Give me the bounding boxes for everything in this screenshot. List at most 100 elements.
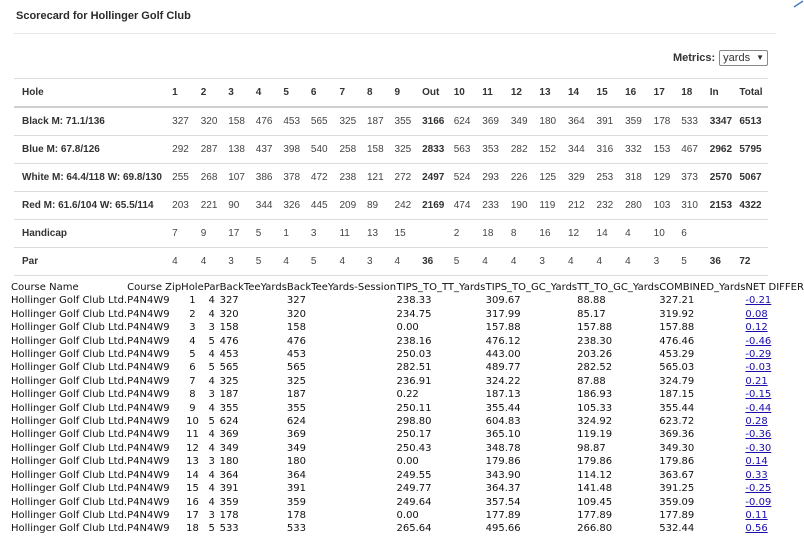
data-cell: P4N4W9 — [127, 469, 170, 481]
scorecard-cell: 129 — [653, 163, 682, 192]
data-cell: 349 — [219, 442, 239, 454]
table-row: Hollinger Golf Club Ltd. P4N4W9 8 3 187 187 0.… — [11, 388, 804, 401]
scorecard-cell: 138 — [228, 135, 256, 164]
data-cell: 4 — [189, 335, 196, 347]
net-differ-link[interactable]: 0.14 — [745, 456, 767, 467]
net-differ-link[interactable]: -0.25 — [745, 483, 771, 494]
scorecard-cell: 437 — [255, 135, 284, 164]
data-cell: P4N4W9 — [127, 496, 170, 508]
table-row: Hollinger Golf Club Ltd. P4N4W9 13 3 180 180 0… — [11, 455, 804, 468]
scorecard-cell: 378 — [283, 163, 311, 192]
scorecard-header-cell: Hole — [14, 78, 173, 108]
scorecard-row-label: Red M: 61.6/104 W: 65.5/114 — [14, 191, 173, 220]
data-cell: 3 — [189, 322, 196, 334]
scorecard-header-cell: 3 — [228, 78, 256, 108]
data-cell: 495.66 — [485, 523, 521, 535]
data-cell: 4 — [208, 496, 215, 508]
data-cell: 158 — [219, 322, 239, 334]
data-cell: 9 — [189, 402, 196, 414]
net-differ-link[interactable]: -0.44 — [745, 403, 771, 414]
scorecard-cell: 310 — [681, 191, 710, 220]
data-cell: Hollinger Golf Club Ltd. — [11, 349, 128, 361]
table-row: Hollinger Golf Club Ltd. P4N4W9 11 4 369 369 2… — [11, 428, 804, 441]
data-cell: 17 — [186, 509, 199, 521]
net-differ-link[interactable]: -0.09 — [745, 497, 771, 508]
net-differ-link[interactable]: 0.28 — [745, 416, 767, 427]
net-differ-link[interactable]: 0.12 — [745, 322, 767, 333]
scorecard-cell: 3 — [310, 219, 340, 248]
data-cell: 5 — [208, 523, 215, 535]
data-cell: 3 — [208, 322, 215, 334]
data-header-cell: Par — [203, 282, 220, 293]
data-cell: Hollinger Golf Club Ltd. — [11, 429, 128, 441]
data-cell: 5 — [208, 362, 215, 374]
data-cell: 0.21 — [745, 375, 804, 388]
data-cell: 186.93 — [577, 389, 613, 401]
data-cell: 369 — [219, 429, 239, 441]
scorecard-cell: 373 — [681, 163, 710, 192]
scorecard-cell: 5 — [255, 247, 284, 276]
scorecard-cell: 326 — [283, 191, 311, 220]
scorecard-cell: 349 — [510, 106, 540, 136]
scorecard-header-cell: 7 — [339, 78, 367, 108]
net-differ-link[interactable]: 0.21 — [745, 376, 767, 387]
net-differ-link[interactable]: 0.33 — [745, 470, 767, 481]
data-cell: 533 — [286, 523, 307, 535]
net-differ-link[interactable]: -0.30 — [745, 443, 771, 454]
data-cell: 453 — [219, 349, 239, 361]
net-differ-link[interactable]: 0.08 — [745, 309, 767, 320]
scorecard-cell: 467 — [681, 135, 710, 164]
data-cell: Hollinger Golf Club Ltd. — [11, 469, 128, 481]
table-row: Hollinger Golf Club Ltd. P4N4W9 14 4 364 364 2… — [11, 469, 804, 482]
data-cell: -0.25 — [745, 482, 804, 495]
data-cell: 178 — [286, 509, 307, 521]
data-cell: 476.46 — [659, 335, 695, 347]
data-cell: 317.99 — [485, 308, 521, 320]
table-row: Hollinger Golf Club Ltd. P4N4W9 18 5 533 533 2… — [11, 522, 804, 535]
scorecard-header-row: Hole 1 2 3 4 5 6 7 8 9 Out 10 11 12 13 14 15 16 17 18 In Tota… — [14, 78, 768, 108]
data-cell: -0.36 — [745, 428, 804, 441]
scorecard-cell: 524 — [453, 163, 483, 192]
net-differ-link[interactable]: -0.36 — [745, 429, 771, 440]
scorecard-header-cell: 13 — [539, 78, 568, 108]
scorecard-row: Blue M: 67.8/126 292 287 138 437 398 540 258 158… — [14, 135, 768, 164]
net-differ-link[interactable]: 0.56 — [745, 523, 767, 534]
data-cell: 0.11 — [745, 509, 804, 522]
data-cell: 238.16 — [396, 335, 432, 347]
net-differ-link[interactable]: -0.03 — [745, 362, 771, 373]
data-cell: 177.89 — [577, 509, 613, 521]
scorecard-cell: 4 — [394, 247, 423, 276]
scorecard-cell: 2169 — [422, 191, 454, 220]
scorecard-cell: 325 — [394, 135, 423, 164]
scorecard-cell: 355 — [394, 106, 423, 136]
data-cell: P4N4W9 — [127, 322, 170, 334]
scorecard-cell: 4322 — [739, 191, 768, 220]
scorecard-cell: 72 — [739, 247, 768, 276]
data-cell: 355 — [286, 402, 307, 414]
net-differ-link[interactable]: -0.46 — [745, 336, 771, 347]
table-row: Hollinger Golf Club Ltd. P4N4W9 17 3 178 178 0… — [11, 509, 804, 522]
data-cell: 5 — [189, 349, 196, 361]
net-differ-link[interactable]: 0.11 — [745, 510, 767, 521]
scorecard-cell: 293 — [482, 163, 511, 192]
table-row: Hollinger Golf Club Ltd. P4N4W9 4 5 476 476 23… — [11, 335, 804, 348]
data-cell: Hollinger Golf Club Ltd. — [11, 442, 128, 454]
table-row: Hollinger Golf Club Ltd. P4N4W9 5 4 453 453 25… — [11, 348, 804, 361]
scorecard-row-label: Blue M: 67.8/126 — [14, 135, 173, 164]
data-cell: Hollinger Golf Club Ltd. — [11, 523, 128, 535]
net-differ-link[interactable]: -0.29 — [745, 349, 771, 360]
scorecard-cell: 4 — [339, 247, 367, 276]
data-cell: 355.44 — [659, 402, 695, 414]
net-differ-link[interactable]: -0.15 — [745, 389, 771, 400]
net-differ-link[interactable]: -0.21 — [745, 295, 771, 306]
scorecard-cell: 253 — [596, 163, 626, 192]
data-header-row: Course Name Course Zip Hole Par BackTeeYards… — [11, 281, 804, 294]
data-cell: 0.00 — [396, 322, 419, 334]
data-cell: 10 — [186, 416, 199, 428]
data-cell: 14 — [186, 469, 199, 481]
metrics-select[interactable]: yards ▼ — [719, 50, 768, 66]
scorecard-cell: 121 — [367, 163, 395, 192]
data-cell: 355 — [219, 402, 239, 414]
scorecard-cell: 3347 — [709, 106, 740, 136]
data-cell: 187 — [219, 389, 239, 401]
